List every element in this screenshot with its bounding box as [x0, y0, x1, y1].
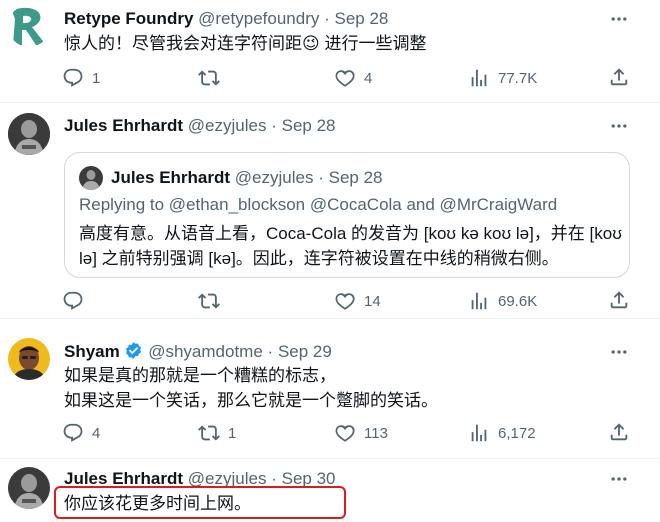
separator: · [267, 342, 274, 361]
more-button[interactable] [608, 468, 630, 490]
tweet-date[interactable]: Sep 29 [278, 342, 332, 361]
tweet-actions: 1 4 77.7K [62, 66, 660, 90]
tweet-text-line2: 如果这是一个笑话，那么它就是一个蹩脚的笑话。 [64, 391, 438, 410]
retweet-icon [198, 67, 220, 89]
avatar-photo-icon [79, 166, 103, 190]
like-icon [334, 422, 356, 444]
like-button[interactable]: 14 [334, 289, 381, 313]
share-icon [608, 66, 630, 88]
reply-button[interactable] [62, 289, 92, 313]
author-handle[interactable]: @shyamdotme [148, 342, 263, 361]
verified-icon [126, 342, 142, 359]
more-icon [609, 116, 629, 136]
tweet-actions: 14 69.6K [62, 289, 660, 313]
avatar[interactable] [8, 113, 50, 155]
retweet-button[interactable] [198, 66, 228, 90]
views-icon [468, 422, 490, 444]
more-button[interactable] [608, 341, 630, 363]
tweet-actions: 4 1 113 6,172 [62, 421, 660, 445]
more-button[interactable] [608, 8, 630, 30]
tweet-text-part1: 惊人的！尽管我会对连字符间距 [64, 34, 302, 53]
reply-icon [62, 67, 84, 89]
retweet-button[interactable] [198, 289, 228, 313]
like-button[interactable]: 4 [334, 66, 372, 90]
share-button[interactable] [608, 289, 630, 316]
tweet-header: Shyam @shyamdotme · Sep 29 [64, 341, 332, 363]
tweet-text: 惊人的！尽管我会对连字符间距😉 进行一些调整 [64, 31, 426, 56]
quoted-author-name[interactable]: Jules Ehrhardt [111, 168, 230, 187]
more-icon [609, 342, 629, 362]
reply-button[interactable]: 1 [62, 66, 100, 90]
more-icon [609, 9, 629, 29]
wink-emoji: 😉 [302, 34, 320, 53]
avatar-photo-icon [8, 338, 50, 380]
views-button[interactable]: 69.6K [468, 289, 537, 313]
views-icon [468, 67, 490, 89]
highlight-box [54, 486, 346, 519]
tweet-shyam[interactable]: Shyam @shyamdotme · Sep 29 如果是真的那就是一个糟糕的… [0, 319, 660, 459]
quoted-text: 高度有意。从语音上看，Coca-Cola 的发音为 [koʊ kə koʊ lə… [79, 221, 622, 271]
tweet-date[interactable]: Sep 28 [335, 9, 389, 28]
share-icon [608, 421, 630, 443]
views-button[interactable]: 6,172 [468, 421, 536, 445]
like-count: 14 [364, 292, 381, 310]
reply-icon [62, 290, 84, 312]
tweet-text-line1: 如果是真的那就是一个糟糕的标志， [64, 366, 336, 385]
view-count: 6,172 [498, 424, 536, 442]
retweet-button[interactable]: 1 [198, 421, 236, 445]
tweet-header: Jules Ehrhardt @ezyjules · Sep 28 [64, 115, 336, 137]
quoted-date[interactable]: Sep 28 [329, 168, 383, 187]
retweet-count: 1 [228, 424, 237, 442]
quoted-header: Jules Ehrhardt @ezyjules · Sep 28 [111, 167, 383, 189]
retweet-icon [198, 422, 220, 444]
author-handle[interactable]: @ezyjules [188, 116, 267, 135]
view-count: 77.7K [498, 69, 538, 87]
like-button[interactable]: 113 [334, 421, 388, 445]
author-name[interactable]: Shyam [64, 342, 120, 361]
reply-icon [62, 422, 84, 444]
share-icon [608, 289, 630, 311]
tweet-retype-foundry[interactable]: Retype Foundry @retypefoundry · Sep 28 惊… [0, 0, 660, 100]
share-button[interactable] [608, 421, 630, 448]
author-name[interactable]: Retype Foundry [64, 9, 193, 28]
like-icon [334, 67, 356, 89]
more-icon [609, 469, 629, 489]
avatar[interactable] [8, 5, 50, 47]
tweet-header: Retype Foundry @retypefoundry · Sep 28 [64, 8, 388, 30]
separator: · [324, 9, 330, 28]
like-count: 4 [364, 69, 373, 87]
logo-r-icon [12, 7, 46, 46]
author-handle[interactable]: @retypefoundry [198, 9, 319, 28]
retweet-icon [198, 290, 220, 312]
reply-count: 4 [92, 424, 101, 442]
quoted-author-handle[interactable]: @ezyjules [235, 168, 314, 187]
more-button[interactable] [608, 115, 630, 137]
share-button[interactable] [608, 66, 630, 93]
like-count: 113 [364, 424, 388, 442]
quoted-avatar[interactable] [79, 166, 103, 190]
reply-button[interactable]: 4 [62, 421, 100, 445]
quoted-text-line2: lə] 之前特别强调 [kə]。因此，连字符被设置在中线的稍微右侧。 [79, 249, 559, 268]
tweet-text-part2: 进行一些调整 [319, 34, 427, 53]
quoted-tweet-card[interactable]: Jules Ehrhardt @ezyjules · Sep 28 Replyi… [64, 152, 630, 278]
separator: · [271, 116, 277, 135]
avatar-photo-icon [8, 467, 50, 509]
view-count: 69.6K [498, 292, 538, 310]
tweet-date[interactable]: Sep 28 [282, 116, 336, 135]
like-icon [334, 290, 356, 312]
avatar-photo-icon [8, 113, 50, 155]
avatar[interactable] [8, 467, 50, 509]
separator: · [318, 168, 324, 187]
reply-count: 1 [92, 69, 101, 87]
views-icon [468, 290, 490, 312]
tweet-text: 如果是真的那就是一个糟糕的标志， 如果这是一个笑话，那么它就是一个蹩脚的笑话。 [64, 363, 438, 413]
quoted-text-line1: 高度有意。从语音上看，Coca-Cola 的发音为 [koʊ kə koʊ lə… [79, 224, 622, 243]
views-button[interactable]: 77.7K [468, 66, 537, 90]
author-name[interactable]: Jules Ehrhardt [64, 116, 183, 135]
avatar[interactable] [8, 338, 50, 380]
replying-to[interactable]: Replying to @ethan_blockson @CocaCola an… [79, 194, 557, 216]
